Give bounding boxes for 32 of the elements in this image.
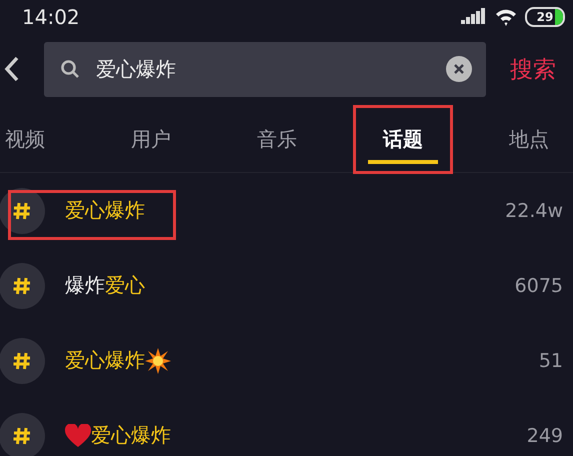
hashtag-icon [0, 338, 45, 384]
tab[interactable]: 用户 [131, 106, 171, 156]
view-count: 51 [538, 350, 563, 372]
view-count: 22.4w [505, 200, 563, 222]
tab[interactable]: 地点 [509, 106, 549, 156]
clock-time: 14:02 [22, 5, 80, 29]
topic-row[interactable]: 爱心爆炸 51 [0, 323, 573, 398]
hashtag-icon [0, 262, 45, 308]
view-count: 249 [526, 424, 563, 446]
topic-text: 爱心爆炸 [91, 422, 171, 449]
topic-text: 爱心爆炸 [65, 347, 145, 374]
topic-text: 爱心爆炸 [65, 197, 145, 224]
topic-text: 爆炸 [65, 272, 105, 299]
topic-row[interactable]: 爱心爆炸 249 [0, 398, 573, 456]
search-icon [60, 59, 80, 79]
signal-icon [461, 8, 487, 26]
hashtag-icon [0, 412, 45, 456]
topic-text: 爱心 [105, 272, 145, 299]
battery-indicator: 29 [525, 7, 565, 27]
tab[interactable]: 话题 [383, 106, 423, 156]
tab[interactable]: 视频 [5, 106, 45, 156]
clear-icon[interactable] [446, 56, 472, 82]
topic-row[interactable]: 爆炸爱心 6075 [0, 248, 573, 323]
heart-icon [65, 424, 91, 448]
burst-icon [145, 348, 171, 374]
view-count: 6075 [514, 274, 563, 296]
tab[interactable]: 音乐 [257, 106, 297, 156]
search-button[interactable]: 搜索 [510, 54, 556, 84]
search-input[interactable]: 爱心爆炸 [94, 56, 446, 82]
topic-row[interactable]: 爱心爆炸 22.4w [0, 173, 573, 248]
search-field[interactable]: 爱心爆炸 [44, 42, 486, 96]
wifi-icon [495, 8, 517, 26]
